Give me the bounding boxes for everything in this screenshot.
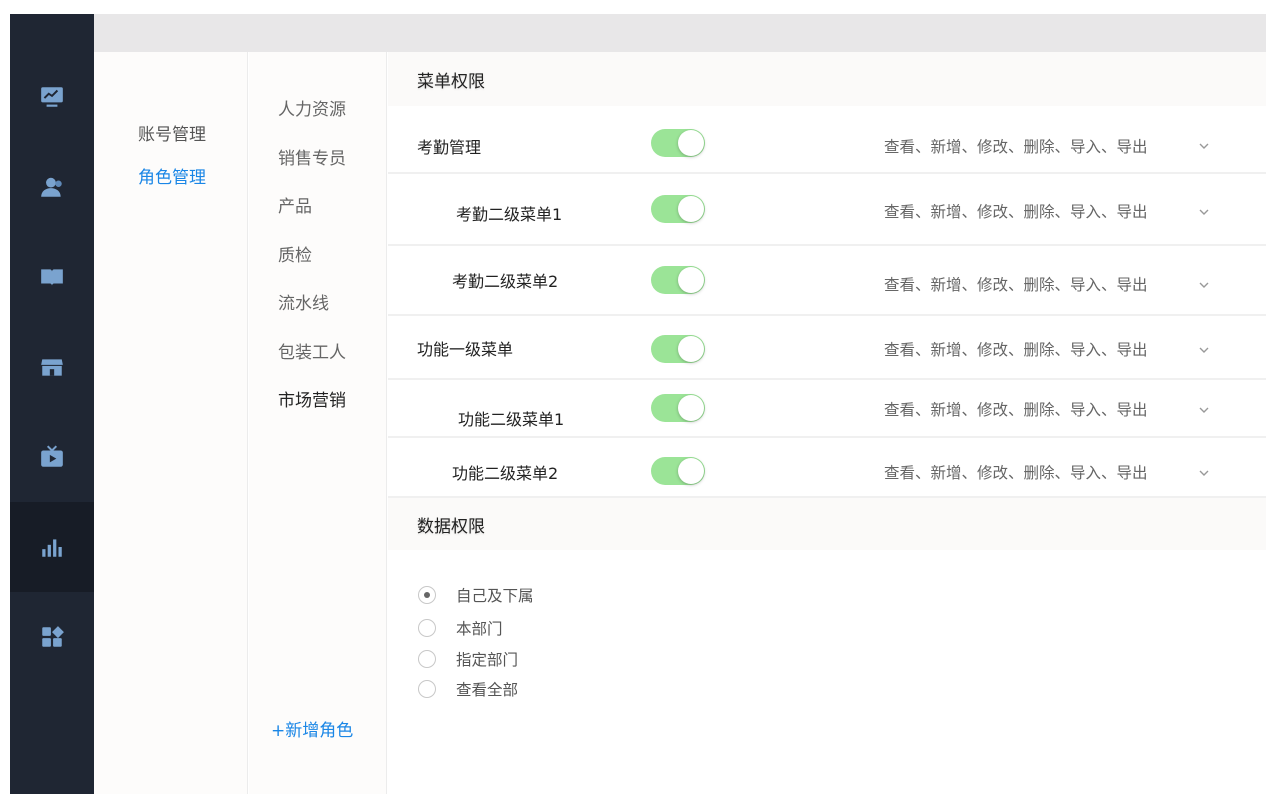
radio-button[interactable] [418,650,436,668]
permission-row: 功能二级菜单2 查看、新增、修改、删除、导入、导出 [388,440,1266,498]
nav-item-account[interactable]: 账号管理 [138,120,206,145]
settings-nav: 账号管理 角色管理 [94,52,248,794]
role-item[interactable]: 流水线 [278,289,329,314]
role-item[interactable]: 销售专员 [278,144,346,169]
tv-play-icon [41,445,63,467]
permission-row: 功能一级菜单 查看、新增、修改、删除、导入、导出 [388,318,1266,380]
radio-label: 自己及下属 [456,587,534,605]
role-item[interactable]: 质检 [278,241,312,266]
permission-actions: 查看、新增、修改、删除、导入、导出 [884,138,1148,156]
permission-toggle[interactable] [651,129,705,157]
permission-toggle[interactable] [651,394,705,422]
store-icon [41,359,63,376]
permission-name: 功能一级菜单 [417,340,514,359]
sidebar-item-media[interactable] [10,412,94,502]
permission-toggle[interactable] [651,457,705,485]
chevron-down-icon[interactable] [1196,402,1212,418]
nav-item-role[interactable]: 角色管理 [138,163,206,188]
role-item-selected[interactable]: 市场营销 [278,386,346,411]
menu-permissions-title: 菜单权限 [388,52,1266,106]
permission-actions: 查看、新增、修改、删除、导入、导出 [884,464,1148,482]
chevron-down-icon[interactable] [1196,138,1212,154]
sidebar-item-stats[interactable] [10,502,94,592]
sidebar-item-store[interactable] [10,322,94,412]
data-scope-option[interactable]: 指定部门 [418,648,518,670]
data-scope-option[interactable]: 查看全部 [418,678,518,700]
permission-toggle[interactable] [651,335,705,363]
role-item[interactable]: 包装工人 [278,338,346,363]
data-permissions-title: 数据权限 [388,498,1266,550]
role-item[interactable]: 人力资源 [278,95,346,120]
permission-toggle[interactable] [651,266,705,294]
data-scope-option[interactable]: 自己及下属 [418,584,534,606]
sidebar-item-apps[interactable] [10,592,94,682]
permission-name: 考勤二级菜单1 [456,205,563,224]
sidebar-item-dashboard[interactable] [10,52,94,142]
sidebar [10,14,94,794]
permission-name: 功能二级菜单1 [458,410,565,429]
permission-row: 功能二级菜单1 查看、新增、修改、删除、导入、导出 [388,382,1266,438]
permission-actions: 查看、新增、修改、删除、导入、导出 [884,341,1148,359]
chevron-down-icon[interactable] [1196,277,1212,293]
app-window: 账号管理 角色管理 人力资源 销售专员 产品 质检 流水线 包装工人 市场营销 … [10,14,1266,794]
permission-name: 功能二级菜单2 [452,464,559,483]
permission-actions: 查看、新增、修改、删除、导入、导出 [884,203,1148,221]
permission-toggle[interactable] [651,195,705,223]
bar-chart-icon [42,539,62,557]
add-role-button[interactable]: +新增角色 [271,716,353,741]
radio-button[interactable] [418,680,436,698]
radio-label: 指定部门 [456,651,519,669]
sidebar-item-docs[interactable] [10,232,94,322]
user-icon [41,177,62,197]
role-list: 人力资源 销售专员 产品 质检 流水线 包装工人 市场营销 +新增角色 [249,52,387,794]
permissions-panel: 菜单权限 考勤管理 查看、新增、修改、删除、导入、导出 考勤二级菜单1 查看、新… [388,52,1266,794]
book-icon [41,269,63,286]
radio-button-checked[interactable] [418,586,436,604]
chevron-down-icon[interactable] [1196,204,1212,220]
radio-label: 查看全部 [456,681,519,699]
permission-name: 考勤二级菜单2 [452,272,559,291]
permission-actions: 查看、新增、修改、删除、导入、导出 [884,401,1148,419]
permission-row: 考勤二级菜单2 查看、新增、修改、删除、导入、导出 [388,248,1266,316]
top-bar [94,14,1266,52]
apps-grid-icon [42,626,64,647]
role-item[interactable]: 产品 [278,192,312,217]
sidebar-item-users[interactable] [10,142,94,232]
chevron-down-icon[interactable] [1196,342,1212,358]
permission-row: 考勤管理 查看、新增、修改、删除、导入、导出 [388,114,1266,174]
radio-button[interactable] [418,619,436,637]
radio-label: 本部门 [456,620,503,638]
monitor-chart-icon [41,87,63,107]
data-scope-option[interactable]: 本部门 [418,617,503,639]
chevron-down-icon[interactable] [1196,465,1212,481]
permission-actions: 查看、新增、修改、删除、导入、导出 [884,276,1148,294]
permission-name: 考勤管理 [417,138,482,157]
permission-row: 考勤二级菜单1 查看、新增、修改、删除、导入、导出 [388,176,1266,246]
